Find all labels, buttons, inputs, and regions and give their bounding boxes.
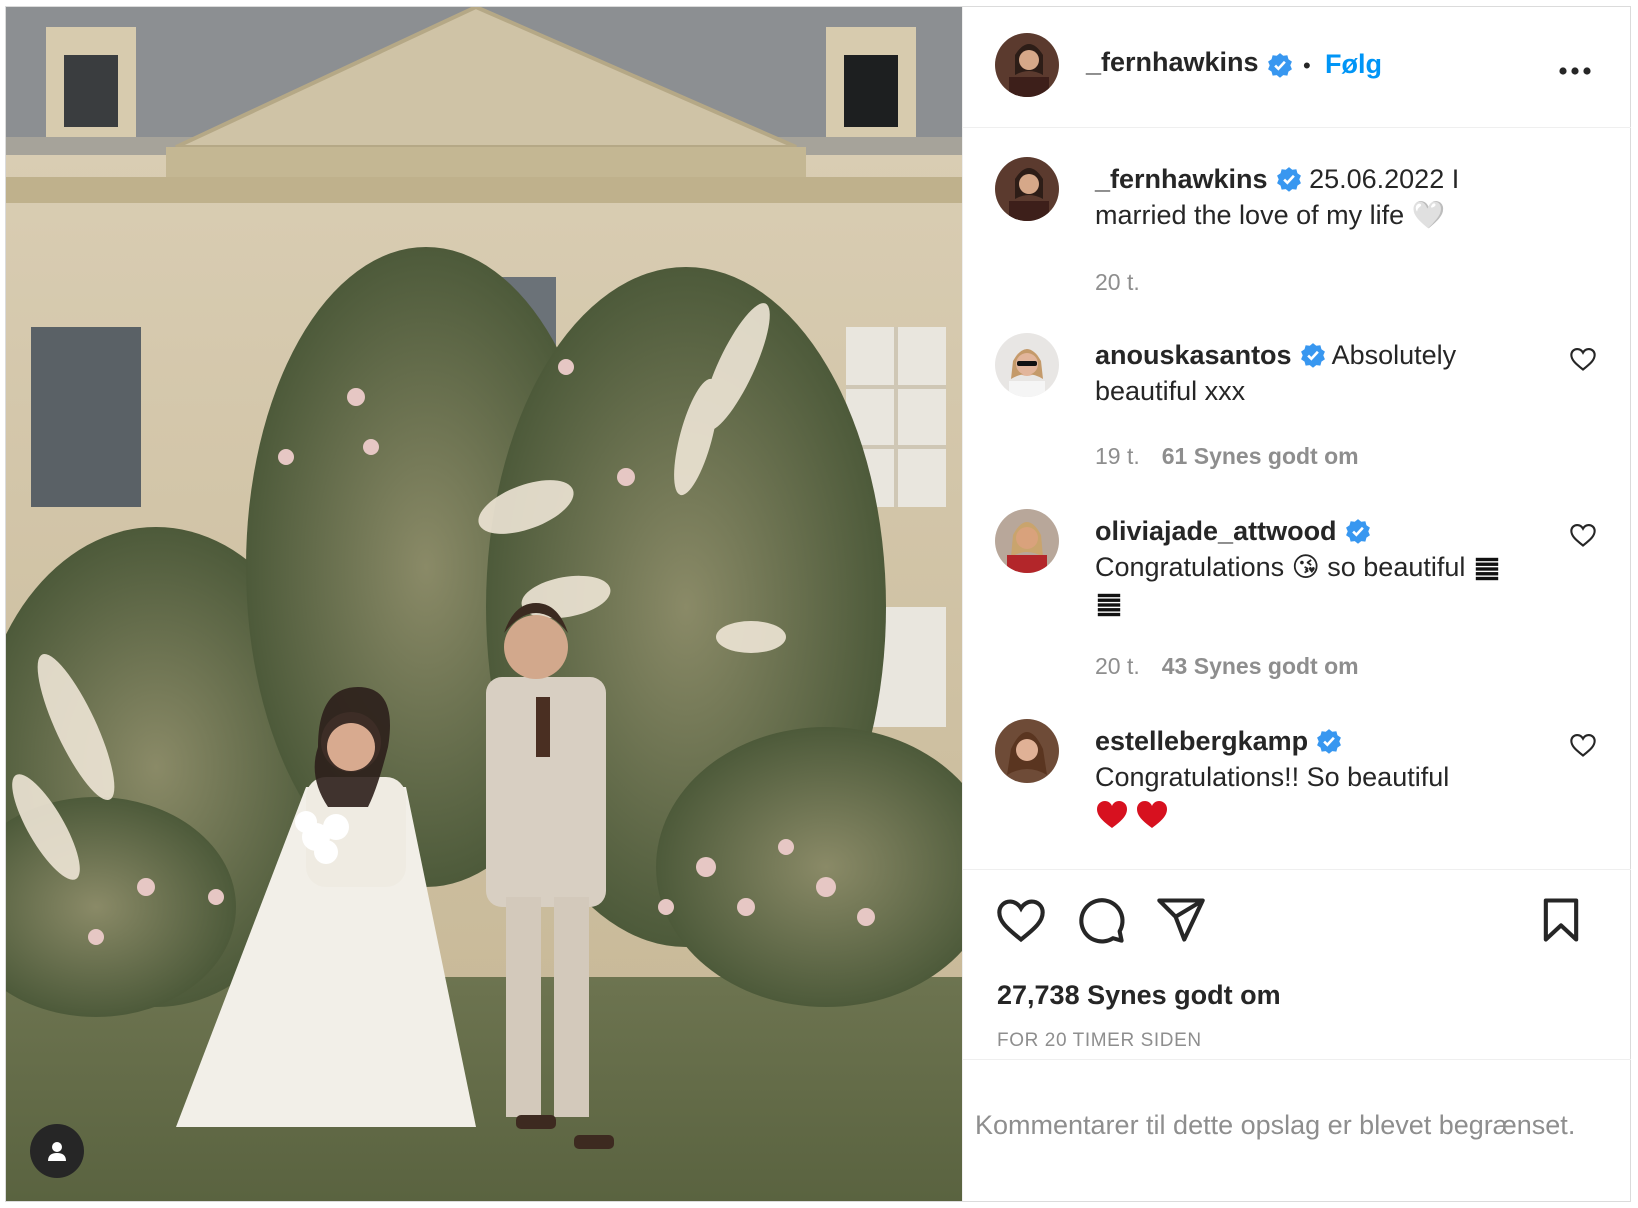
header-separator: • <box>1303 53 1311 78</box>
comment-item: anouskasantos Absolutely beautiful xxx 1… <box>995 333 1597 483</box>
person-icon <box>48 1142 66 1161</box>
send-icon[interactable] <box>1155 894 1207 946</box>
comment-meta: 19 t. 61 Synes godt om <box>1095 443 1359 470</box>
comment-item: oliviajade_attwood Congratulations 😘 so … <box>995 509 1597 689</box>
author-avatar[interactable] <box>995 33 1059 97</box>
comment-username[interactable]: anouskasantos <box>1095 340 1292 370</box>
comment-text: Congratulations!! So beautiful <box>1095 762 1450 792</box>
comment-like-heart-icon[interactable] <box>1569 345 1597 373</box>
comment-text-block: estellebergkamp Congratulations!! So bea… <box>1095 723 1535 832</box>
comment-username[interactable]: estellebergkamp <box>1095 726 1308 756</box>
comment-text-block: oliviajade_attwood Congratulations 😘 so … <box>1095 513 1535 622</box>
comment-avatar[interactable] <box>995 333 1059 397</box>
post-header: _fernhawkins • Følg <box>963 7 1631 128</box>
heart-icon[interactable] <box>995 894 1047 946</box>
verified-badge-icon <box>1267 52 1292 78</box>
post-photo[interactable] <box>6 7 962 1201</box>
comment-likes[interactable]: 61 Synes godt om <box>1162 443 1359 469</box>
verified-badge-icon <box>1276 166 1301 192</box>
comment-avatar[interactable] <box>995 719 1059 783</box>
comments-restricted-notice: Kommentarer til dette opslag er blevet b… <box>963 1059 1631 1202</box>
bookmark-icon[interactable] <box>1535 894 1587 946</box>
more-horizontal-icon <box>1559 67 1591 75</box>
stacked-bars-emoji-icon <box>1475 557 1499 581</box>
comment-like-heart-icon[interactable] <box>1569 731 1597 759</box>
likes-count[interactable]: 27,738 Synes godt om <box>997 980 1281 1011</box>
red-hearts-emoji-icon <box>1097 800 1167 828</box>
caption-text-block: _fernhawkins 25.06.2022 I married the lo… <box>1095 161 1535 233</box>
verified-badge-icon <box>1317 728 1342 754</box>
comment-time[interactable]: 19 t. <box>1095 443 1140 469</box>
comment-item: estellebergkamp Congratulations!! So bea… <box>995 719 1597 859</box>
comment-like-heart-icon[interactable] <box>1569 521 1597 549</box>
more-options-button[interactable] <box>1555 51 1595 91</box>
stacked-bars-emoji-icon <box>1097 593 1121 617</box>
post-dialog: _fernhawkins • Følg _fernhawkins 25.06.2… <box>5 6 1631 1202</box>
tagged-users-button[interactable] <box>30 1124 84 1178</box>
caption-username[interactable]: _fernhawkins <box>1095 164 1268 194</box>
comment-icon[interactable] <box>1075 894 1127 946</box>
verified-badge-icon <box>1345 518 1370 544</box>
restricted-text: Kommentarer til dette opslag er blevet b… <box>975 1110 1576 1140</box>
verified-badge-icon <box>1300 342 1325 368</box>
caption-time[interactable]: 20 t. <box>1095 269 1140 296</box>
follow-button[interactable]: Følg <box>1325 49 1382 80</box>
comment-username[interactable]: oliviajade_attwood <box>1095 516 1337 546</box>
post-actions: 27,738 Synes godt om FOR 20 TIMER SIDEN <box>963 869 1631 1060</box>
post-timestamp[interactable]: FOR 20 TIMER SIDEN <box>997 1030 1202 1052</box>
comment-text: Congratulations 😘 so beautiful <box>1095 552 1466 582</box>
comment-likes[interactable]: 43 Synes godt om <box>1162 653 1359 679</box>
comment-text-block: anouskasantos Absolutely beautiful xxx <box>1095 337 1535 409</box>
caption-block: _fernhawkins 25.06.2022 I married the lo… <box>995 157 1595 307</box>
comment-meta: 20 t. 43 Synes godt om <box>1095 653 1359 680</box>
header-username[interactable]: _fernhawkins <box>1086 47 1259 77</box>
comment-time[interactable]: 20 t. <box>1095 653 1140 679</box>
post-side-panel: _fernhawkins • Følg _fernhawkins 25.06.2… <box>962 7 1631 1202</box>
caption-avatar[interactable] <box>995 157 1059 221</box>
wedding-photo-illustration <box>6 7 962 1201</box>
comment-avatar[interactable] <box>995 509 1059 573</box>
